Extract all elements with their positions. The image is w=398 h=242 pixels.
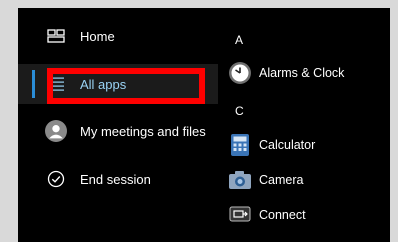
nav-item-label: Home: [80, 28, 115, 44]
check-circle-icon: [45, 168, 67, 190]
selection-accent: [32, 70, 35, 98]
app-label: Connect: [259, 208, 306, 222]
app-label: Camera: [259, 173, 304, 187]
calculator-icon: [228, 133, 252, 157]
start-nav: Home All apps My meetings and files End …: [18, 8, 218, 242]
all-apps-list: A Alarms & Clock C Calculator Camera Con…: [218, 8, 390, 242]
start-menu-panel: Home All apps My meetings and files End …: [18, 8, 390, 242]
app-item-alarms-clock[interactable]: Alarms & Clock: [218, 58, 390, 88]
avatar-icon: [45, 120, 67, 142]
group-header-a[interactable]: A: [235, 33, 243, 47]
app-item-calculator[interactable]: Calculator: [218, 130, 390, 160]
clock-icon: [228, 61, 252, 85]
nav-item-my-meetings-and-files[interactable]: My meetings and files: [18, 111, 218, 151]
camera-icon: [228, 168, 252, 192]
group-header-c[interactable]: C: [235, 104, 244, 118]
home-icon: [45, 25, 67, 47]
app-item-camera[interactable]: Camera: [218, 165, 390, 195]
app-item-connect[interactable]: Connect: [218, 200, 390, 230]
highlight-annotation-box: [47, 68, 205, 104]
nav-item-end-session[interactable]: End session: [18, 159, 218, 199]
app-label: Calculator: [259, 138, 316, 152]
nav-item-label: End session: [80, 171, 151, 187]
connect-icon: [228, 203, 252, 227]
nav-item-home[interactable]: Home: [18, 16, 218, 56]
nav-item-label: My meetings and files: [80, 123, 206, 139]
app-label: Alarms & Clock: [259, 66, 345, 80]
